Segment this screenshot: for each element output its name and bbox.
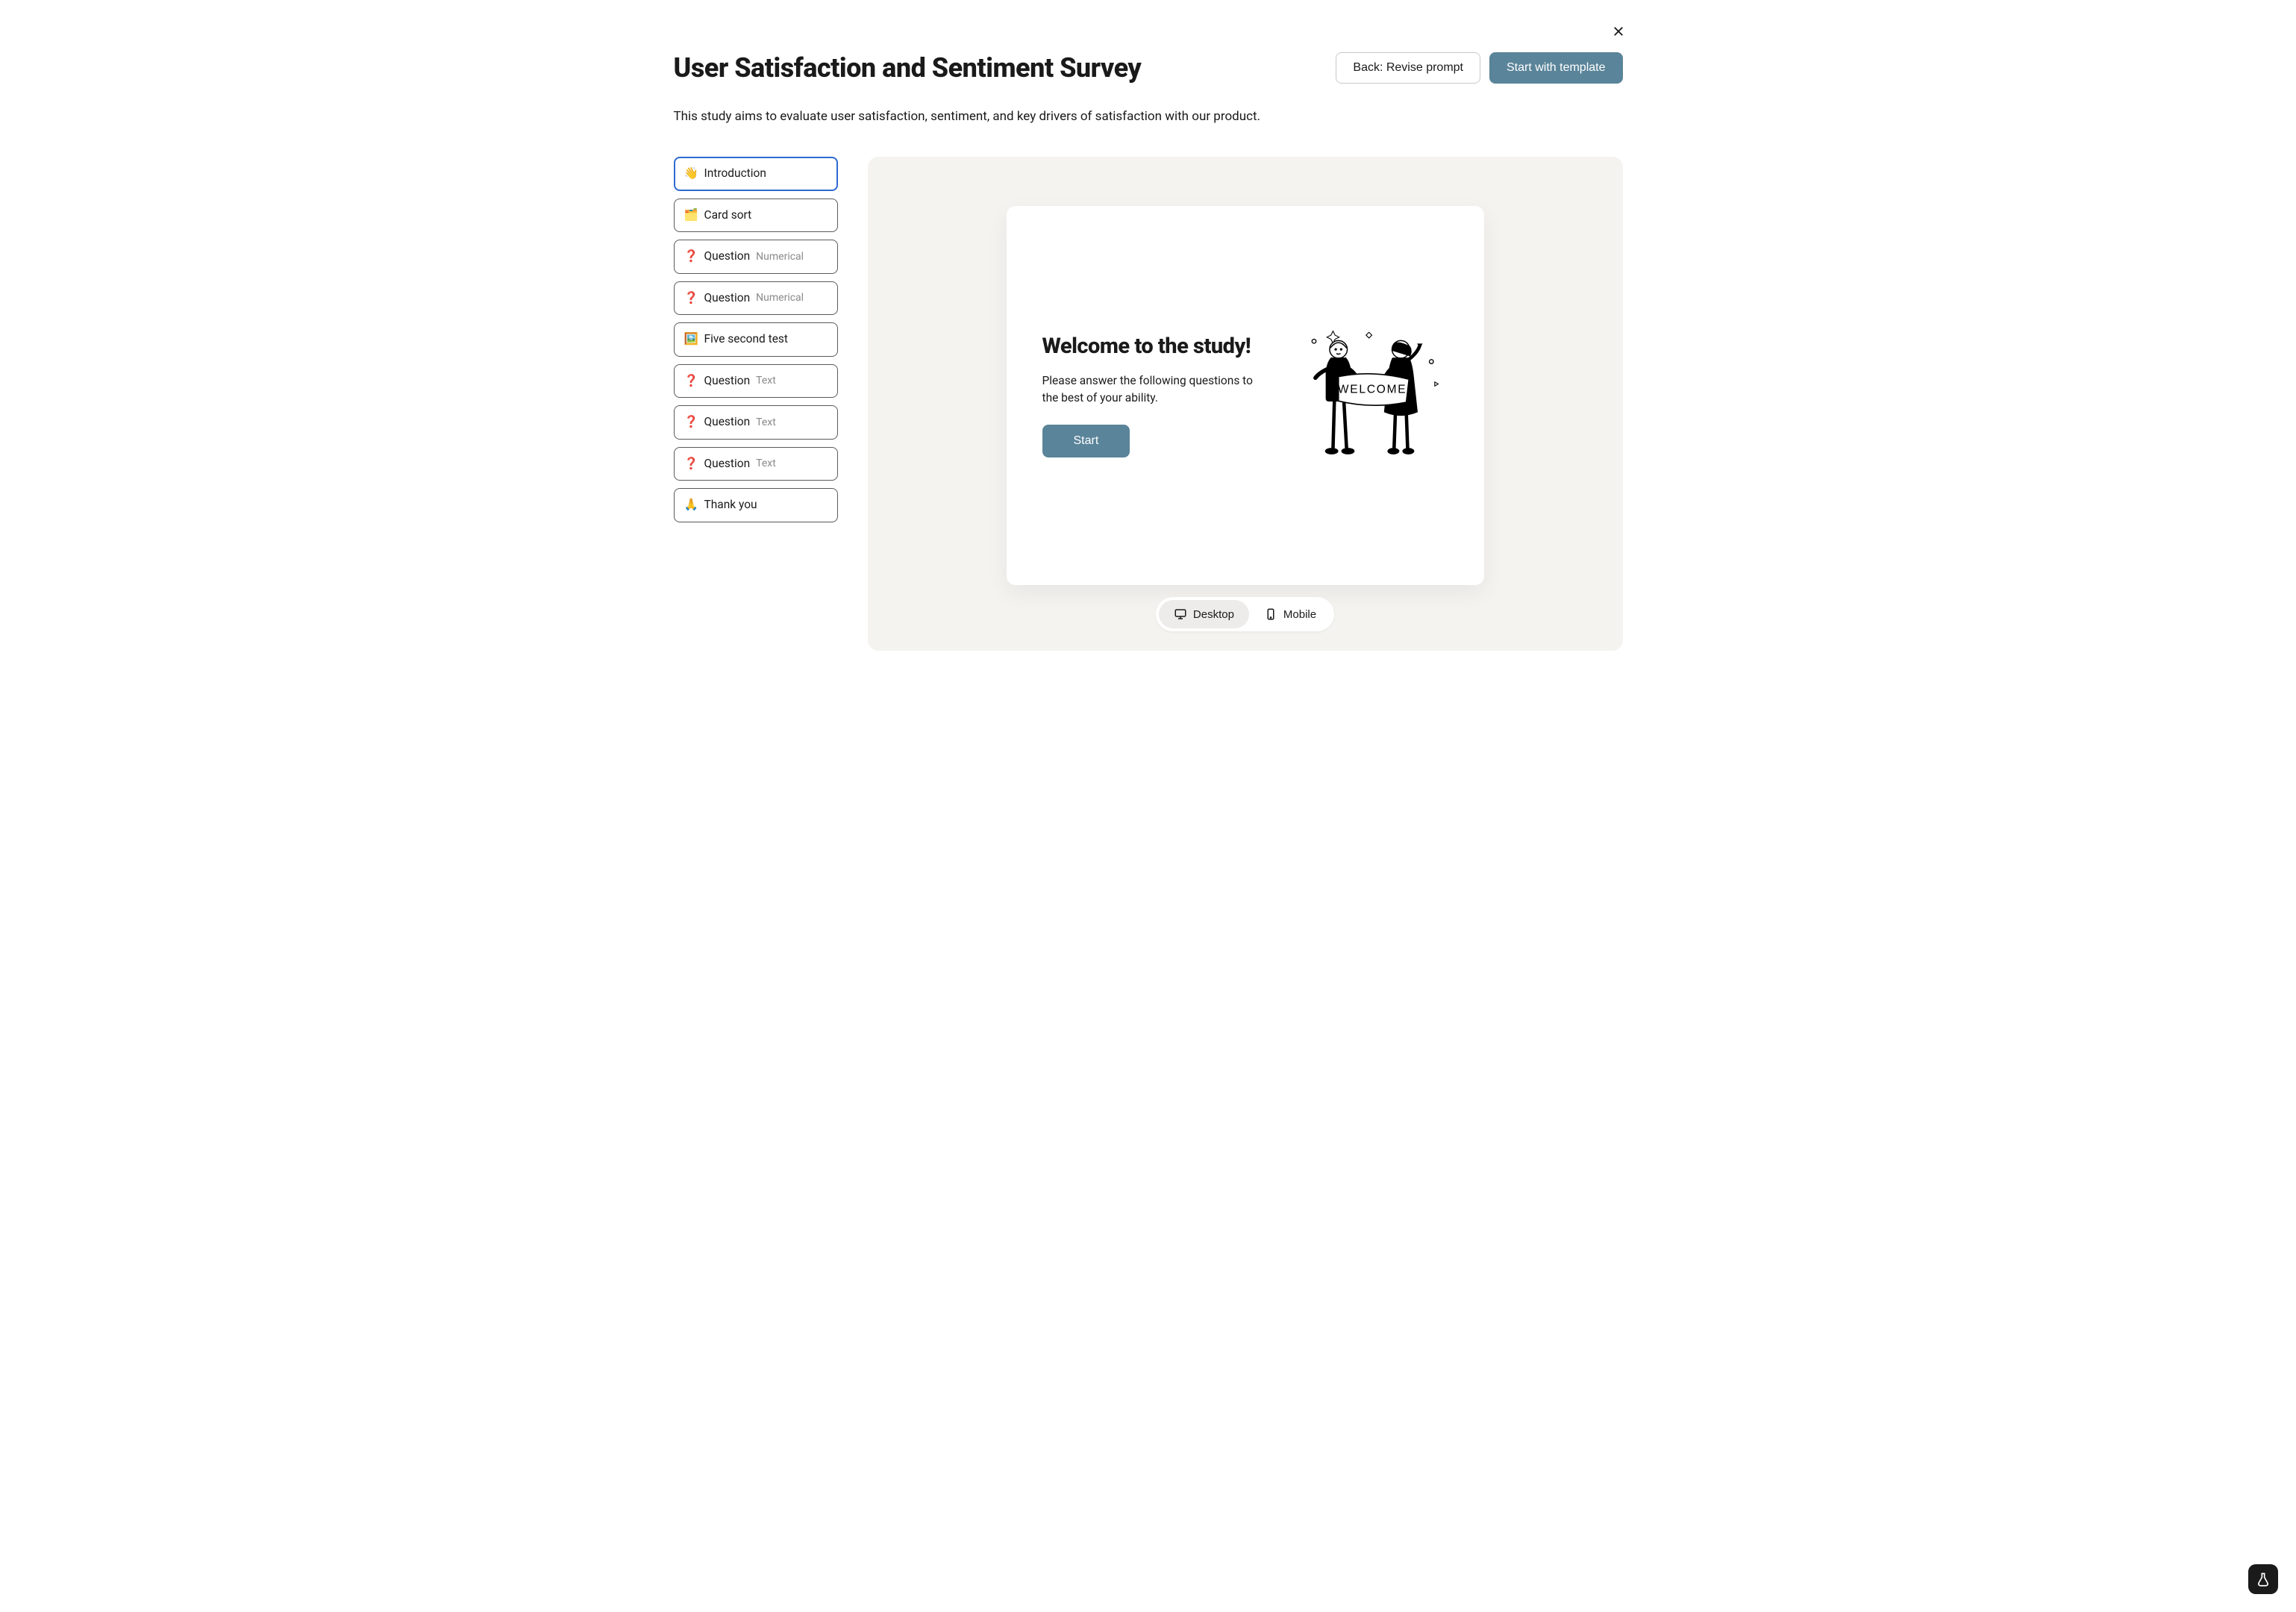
step-card-1[interactable]: 🗂️ Card sort <box>674 199 838 233</box>
desktop-icon <box>1174 607 1187 621</box>
illustration-banner-text: WELCOME <box>1337 383 1407 396</box>
study-description: This study aims to evaluate user satisfa… <box>674 109 1623 124</box>
step-subtype: Text <box>756 458 776 469</box>
steps-sidebar: 👋 Introduction 🗂️ Card sort ❓ Question Numeric… <box>674 157 838 522</box>
device-mobile-label: Mobile <box>1283 608 1316 621</box>
step-emoji-icon: 🖼️ <box>685 334 698 346</box>
close-icon <box>1612 25 1625 38</box>
step-label: Five second test <box>704 334 789 346</box>
close-button[interactable] <box>1608 21 1629 42</box>
step-card-3[interactable]: ❓ Question Numerical <box>674 281 838 316</box>
welcome-body: Please answer the following questions to… <box>1042 372 1259 407</box>
step-subtype: Numerical <box>756 293 804 303</box>
step-emoji-icon: ❓ <box>685 251 698 263</box>
step-card-2[interactable]: ❓ Question Numerical <box>674 240 838 274</box>
step-emoji-icon: ❓ <box>685 416 698 428</box>
step-label: Introduction <box>704 168 766 180</box>
header: User Satisfaction and Sentiment Survey B… <box>674 52 1623 84</box>
step-card-8[interactable]: 🙏 Thank you <box>674 488 838 522</box>
flask-icon <box>2256 1572 2271 1587</box>
step-emoji-icon: 🗂️ <box>685 210 698 222</box>
step-label: Question <box>704 458 751 470</box>
step-emoji-icon: ❓ <box>685 375 698 387</box>
step-emoji-icon: 👋 <box>685 168 698 180</box>
start-template-button[interactable]: Start with template <box>1489 52 1623 84</box>
step-card-0[interactable]: 👋 Introduction <box>674 157 838 191</box>
step-label: Thank you <box>704 499 757 511</box>
step-subtype: Numerical <box>756 252 804 262</box>
welcome-text-block: Welcome to the study! Please answer the … <box>1042 334 1278 458</box>
preview-panel: Welcome to the study! Please answer the … <box>868 157 1623 651</box>
preview-card: Welcome to the study! Please answer the … <box>1007 206 1484 585</box>
step-card-4[interactable]: 🖼️ Five second test <box>674 322 838 357</box>
step-emoji-icon: ❓ <box>685 293 698 304</box>
header-actions: Back: Revise prompt Start with template <box>1336 52 1622 84</box>
device-toggle: Desktop Mobile <box>1156 597 1334 631</box>
back-revise-button[interactable]: Back: Revise prompt <box>1336 52 1480 84</box>
device-desktop-button[interactable]: Desktop <box>1159 600 1249 628</box>
step-label: Question <box>704 251 751 263</box>
step-card-6[interactable]: ❓ Question Text <box>674 405 838 440</box>
step-subtype: Text <box>756 417 776 428</box>
step-label: Question <box>704 293 751 304</box>
start-button[interactable]: Start <box>1042 425 1130 457</box>
device-desktop-label: Desktop <box>1193 608 1234 621</box>
mobile-icon <box>1264 607 1277 621</box>
welcome-illustration: WELCOME <box>1299 321 1448 470</box>
lab-fab-button[interactable] <box>2248 1564 2278 1594</box>
step-emoji-icon: ❓ <box>685 458 698 470</box>
step-label: Question <box>704 375 751 387</box>
step-subtype: Text <box>756 375 776 386</box>
step-card-5[interactable]: ❓ Question Text <box>674 364 838 399</box>
step-label: Card sort <box>704 210 752 222</box>
step-label: Question <box>704 416 751 428</box>
step-card-7[interactable]: ❓ Question Text <box>674 447 838 481</box>
welcome-title: Welcome to the study! <box>1042 334 1278 359</box>
step-emoji-icon: 🙏 <box>685 499 698 511</box>
page-title: User Satisfaction and Sentiment Survey <box>674 52 1142 84</box>
device-mobile-button[interactable]: Mobile <box>1249 600 1331 628</box>
